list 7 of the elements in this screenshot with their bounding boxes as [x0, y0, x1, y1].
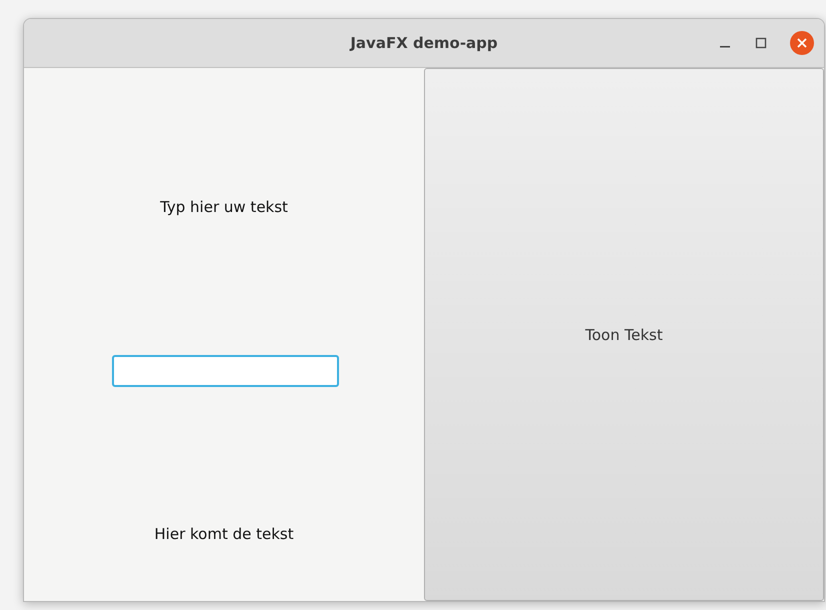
show-text-button[interactable]: Toon Tekst [424, 68, 824, 601]
prompt-label: Typ hier uw tekst [160, 198, 288, 216]
output-label: Hier komt de tekst [154, 525, 294, 543]
input-field[interactable] [112, 354, 339, 386]
close-icon[interactable] [790, 31, 814, 55]
maximize-icon[interactable] [754, 36, 768, 50]
window-title: JavaFX demo-app [350, 34, 498, 52]
